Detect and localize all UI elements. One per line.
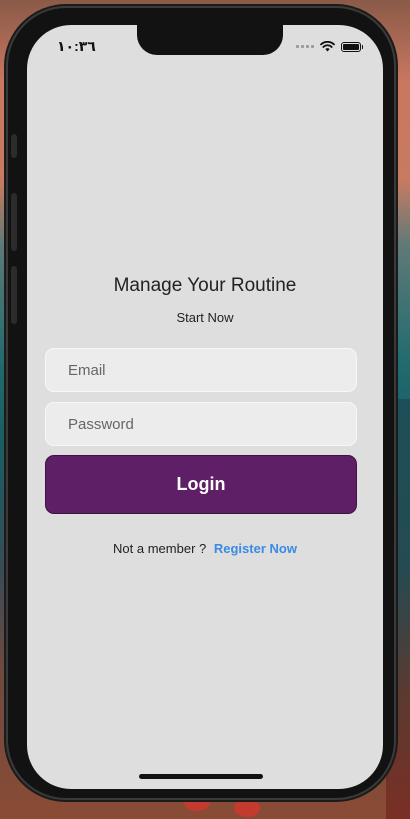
signal-dots-icon: [296, 45, 314, 48]
password-field[interactable]: [45, 402, 357, 446]
wifi-icon: [320, 41, 335, 52]
home-indicator[interactable]: [139, 774, 263, 779]
login-button[interactable]: Login: [45, 455, 357, 514]
page-subtitle: Start Now: [176, 310, 234, 325]
volume-up-button: [11, 193, 17, 251]
email-field[interactable]: [45, 348, 357, 392]
mute-switch: [11, 134, 17, 158]
register-prompt: Not a member ?: [113, 541, 207, 556]
status-icons: [296, 41, 363, 52]
background-flower: [234, 799, 260, 817]
status-time: ١٠:٣٦: [57, 38, 96, 54]
page-title: Manage Your Routine: [113, 275, 297, 296]
battery-icon: [341, 41, 363, 52]
phone-frame: ١٠:٣٦ Manage Your Routine Start Now Logi…: [8, 8, 394, 798]
register-now-link[interactable]: Register Now: [214, 541, 297, 556]
volume-down-button: [11, 266, 17, 324]
register-prompt-row: Not a member ? Register Now: [27, 541, 383, 556]
notch: [137, 25, 283, 55]
app-screen: ١٠:٣٦ Manage Your Routine Start Now Logi…: [27, 25, 383, 789]
